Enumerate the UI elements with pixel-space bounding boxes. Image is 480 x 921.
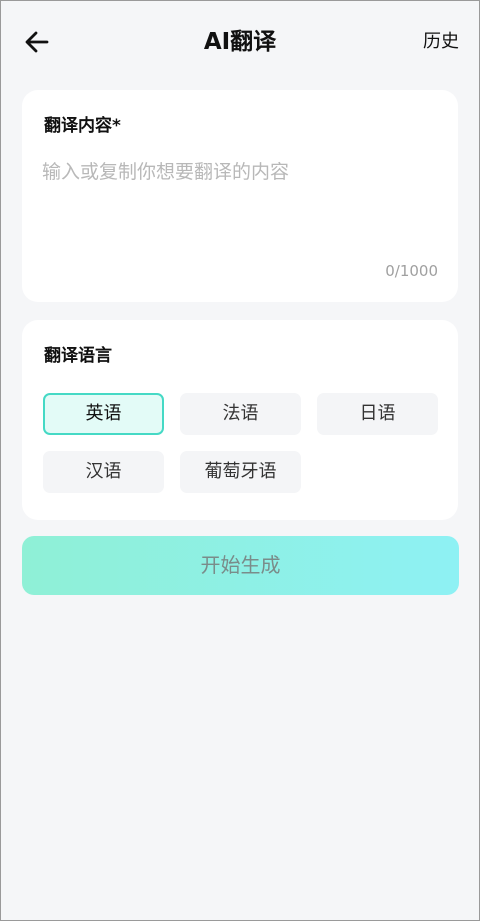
back-button[interactable] [23,27,53,57]
content-card-title: 翻译内容* [44,116,121,136]
language-option-japanese[interactable]: 日语 [317,393,438,435]
language-option-english[interactable]: 英语 [43,393,164,435]
top-bar: AI翻译 历史 [1,1,479,85]
start-generate-button[interactable]: 开始生成 [22,536,459,595]
history-button[interactable]: 历史 [423,29,459,55]
arrow-left-icon [25,31,49,53]
language-option-portuguese[interactable]: 葡萄牙语 [180,451,301,493]
language-option-chinese[interactable]: 汉语 [43,451,164,493]
content-input[interactable] [42,158,438,258]
char-counter: 0/1000 [385,262,438,280]
page-title: AI翻译 [203,29,277,55]
language-option-french[interactable]: 法语 [180,393,301,435]
language-card: 翻译语言 英语 法语 日语 汉语 葡萄牙语 [22,320,458,520]
language-card-title: 翻译语言 [44,346,112,366]
content-card: 翻译内容* 0/1000 [22,90,458,302]
